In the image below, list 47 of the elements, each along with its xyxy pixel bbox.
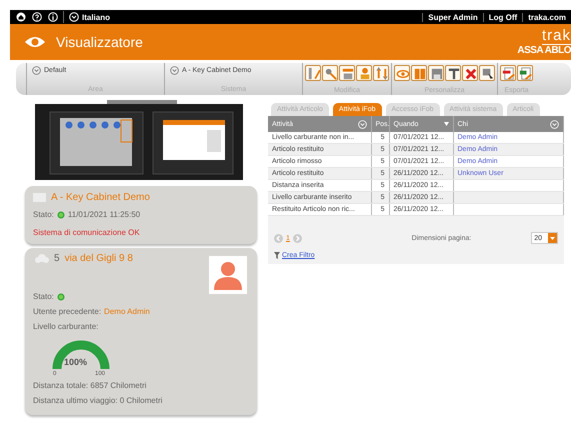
- status-dot-icon: [56, 292, 65, 300]
- top-link[interactable]: Log Off: [482, 12, 522, 22]
- communication-status: Sistema di comunicazione OK: [33, 228, 141, 237]
- spreadsheet-icon[interactable]: [517, 65, 533, 81]
- language-selector[interactable]: Italiano: [82, 12, 110, 22]
- columns-icon[interactable]: [411, 65, 427, 81]
- chevron-icon: [32, 66, 41, 75]
- sort-icon: [444, 122, 448, 126]
- cabinet-icon: [33, 193, 46, 202]
- top-link[interactable]: traka.com: [522, 12, 571, 22]
- chevron-icon[interactable]: [69, 12, 79, 22]
- status-label: Stato:: [33, 210, 54, 219]
- pencil-icon[interactable]: [305, 65, 321, 81]
- pointer-icon[interactable]: [479, 65, 495, 81]
- eye-icon[interactable]: [394, 65, 410, 81]
- last-trip-distance: Distanza ultimo viaggio: 0 Chilometri: [33, 396, 162, 405]
- cross-icon[interactable]: [462, 65, 478, 81]
- arrows-icon[interactable]: [373, 65, 389, 81]
- top-link[interactable]: Super Admin: [422, 12, 483, 22]
- total-distance: Distanza totale: 6857 Chilometri: [33, 381, 146, 390]
- document-icon[interactable]: [500, 65, 516, 81]
- item-position: 5: [54, 253, 60, 264]
- page-title: Visualizzatore: [56, 34, 143, 50]
- column-menu-icon[interactable]: [550, 120, 559, 128]
- status-label: Stato:: [33, 292, 54, 301]
- horizontal-scrollbar[interactable]: [268, 216, 564, 226]
- cloud-icon: [33, 254, 49, 263]
- logo-text: trak: [542, 28, 571, 45]
- gauge-value: 100%: [64, 357, 88, 367]
- logo-subtext: ASSA ABLO: [517, 45, 571, 56]
- fuel-label: Livello carburante:: [33, 322, 98, 331]
- help-icon[interactable]: [32, 12, 42, 22]
- chevron-icon: [170, 66, 179, 75]
- text-icon[interactable]: [445, 65, 461, 81]
- system-name: A - Key Cabinet Demo: [51, 192, 150, 203]
- person-icon[interactable]: [356, 65, 372, 81]
- info-icon[interactable]: [48, 12, 58, 22]
- filter-icon: [274, 252, 280, 259]
- previous-user: Demo Admin: [104, 307, 150, 316]
- previous-user-label: Utente precedente:: [33, 307, 102, 316]
- home-icon[interactable]: [16, 12, 26, 22]
- eye-icon: [24, 35, 46, 49]
- floppy-icon[interactable]: [428, 65, 444, 81]
- column-menu-icon[interactable]: [358, 120, 366, 128]
- status-dot-icon: [56, 210, 65, 218]
- item-name: via del Gigli 9 8: [64, 253, 133, 264]
- status-time: 11/01/2021 11:25:50: [68, 210, 140, 219]
